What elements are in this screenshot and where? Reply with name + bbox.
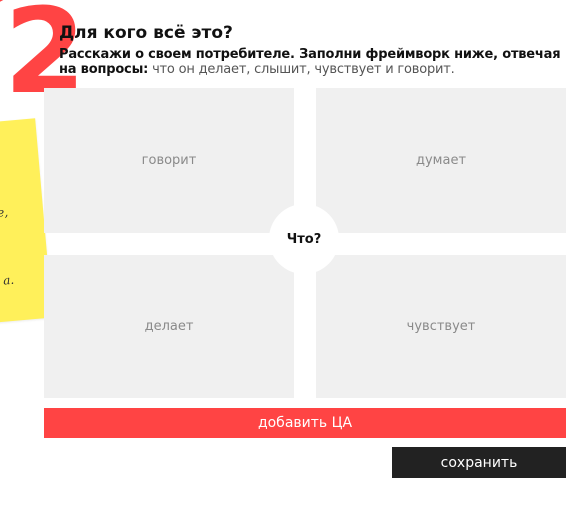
feels-field[interactable]: чувствует [316, 255, 566, 398]
says-label: говорит [141, 153, 197, 168]
page-title: Для кого всё это? [59, 23, 233, 43]
center-label-text: Что? [286, 231, 322, 247]
does-field[interactable]: делает [44, 255, 294, 398]
empathy-map: говорит думает делает чувствует Что? [44, 88, 566, 398]
feels-label: чувствует [406, 319, 476, 334]
sticky-note-text: е, [0, 205, 9, 220]
save-button[interactable]: сохранить [392, 447, 566, 478]
does-label: делает [144, 319, 194, 334]
says-field[interactable]: говорит [44, 88, 294, 233]
page-subtitle: Расскажи о своем потребителе. Заполни фр… [59, 47, 569, 77]
add-audience-button[interactable]: добавить ЦА [44, 408, 566, 438]
page: е, а. 2 Для кого всё это? Расскажи о сво… [0, 0, 588, 513]
subtitle-questions: что он делает, слышит, чувствует и говор… [152, 62, 455, 77]
thinks-field[interactable]: думает [316, 88, 566, 233]
sticky-note-text: а. [2, 272, 15, 288]
thinks-label: думает [415, 153, 467, 168]
center-label: Что? [269, 204, 339, 274]
